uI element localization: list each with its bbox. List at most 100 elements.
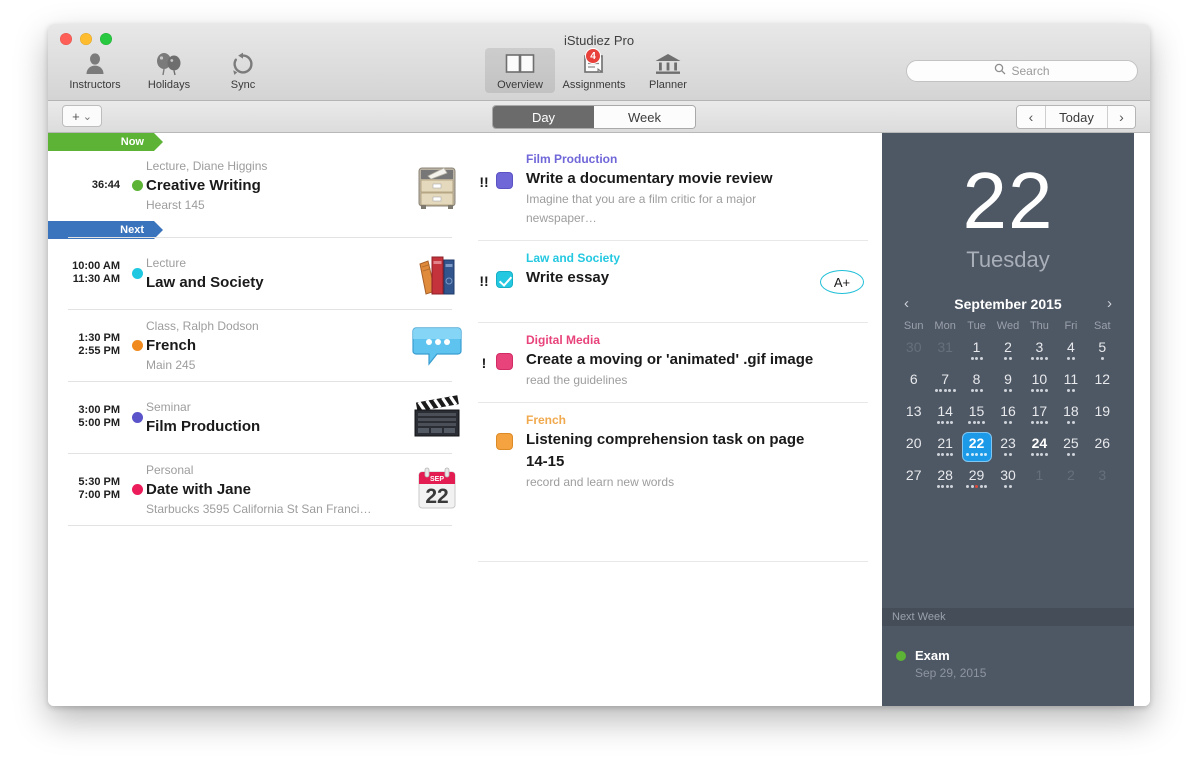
toolbar-item-overview[interactable]: Overview <box>485 48 555 93</box>
calendar-day-number: 5 <box>1098 339 1107 355</box>
assignment-row[interactable]: !! Law and Society Write essay A+ <box>472 240 882 306</box>
calendar-day-cell[interactable]: 10 <box>1024 368 1055 400</box>
calendar-day-cell[interactable]: 24 <box>1024 432 1055 464</box>
calendar-day-dots <box>1031 389 1048 394</box>
mini-calendar-grid: Sun Mon Tue Wed Thu Fri Sat <box>898 320 1118 336</box>
toolbar-item-assignments[interactable]: 4 Assignments <box>559 48 629 93</box>
segment-day[interactable]: Day <box>493 106 594 128</box>
toolbar-item-sync[interactable]: Sync <box>208 48 278 93</box>
schedule-event-row[interactable]: 1:30 PM 2:55 PM Class, Ralph Dodson Fren… <box>48 309 472 381</box>
calendar-day-cell[interactable]: 16 <box>992 400 1023 432</box>
calendar-day-number: 19 <box>1094 403 1111 419</box>
add-button[interactable]: + ⌄ <box>62 105 102 127</box>
prev-day-button[interactable]: ‹ <box>1017 106 1045 128</box>
next-week-item[interactable]: Exam Sep 29, 2015 <box>882 648 1134 680</box>
calendar-day-number: 3 <box>1035 339 1044 355</box>
calendar-day-cell[interactable]: 28 <box>929 464 960 496</box>
schedule-event-row[interactable]: 3:00 PM 5:00 PM Seminar Film Production <box>48 381 472 453</box>
calendar-day-cell[interactable]: 20 <box>898 432 929 464</box>
assignment-note: Imagine that you are a film critic for a… <box>526 192 757 225</box>
event-title: Law and Society <box>146 273 264 291</box>
calendar-day-cell[interactable]: 4 <box>1055 336 1086 368</box>
assignment-title: Create a moving or 'animated' .gif image <box>526 351 814 368</box>
calendar-day-cell[interactable]: 3 <box>1087 464 1118 496</box>
calendar-day-cell[interactable]: 1 <box>1024 464 1055 496</box>
search-input[interactable]: Search <box>906 60 1138 82</box>
toolbar-item-label: Planner <box>649 79 687 91</box>
calendar-day-number: 6 <box>909 371 918 387</box>
calendar-day-cell[interactable]: 18 <box>1055 400 1086 432</box>
calendar-day-cell[interactable]: 25 <box>1055 432 1086 464</box>
assignment-row[interactable]: !! Film Production Write a documentary m… <box>472 133 882 240</box>
event-time: 3:00 PM 5:00 PM <box>48 387 128 447</box>
calendar-day-cell[interactable]: 8 <box>961 368 992 400</box>
calendar-day-cell[interactable]: 29 <box>961 464 992 496</box>
calendar-day-number: 11 <box>1063 371 1079 387</box>
calendar-day-dots <box>966 485 988 490</box>
toolbar-left-group: Instructors Holidays Sync <box>60 48 278 93</box>
calendar-day-cell[interactable]: 23 <box>992 432 1023 464</box>
calendar-day-cell[interactable]: 6 <box>898 368 929 400</box>
event-time: 36:44 <box>48 155 128 215</box>
calendar-day-cell[interactable]: 21 <box>929 432 960 464</box>
assignment-note: record and learn new words <box>526 475 675 489</box>
event-time: 1:30 PM 2:55 PM <box>48 315 128 375</box>
toolbar-item-planner[interactable]: Planner <box>633 48 703 93</box>
assignment-grade <box>820 332 882 390</box>
toolbar-item-holidays[interactable]: Holidays <box>134 48 204 93</box>
schedule-event-row[interactable]: 5:30 PM 7:00 PM Personal Date with Jane … <box>48 453 472 525</box>
dow-label: Wed <box>996 320 1020 332</box>
priority-indicator: !! <box>479 174 489 190</box>
calendar-day-cell[interactable]: 31 <box>929 336 960 368</box>
chevron-right-icon[interactable]: › <box>1107 295 1112 312</box>
calendar-day-cell[interactable]: 9 <box>992 368 1023 400</box>
calendar-day-cell[interactable]: 2 <box>1055 464 1086 496</box>
calendar-day-cell[interactable]: 7 <box>929 368 960 400</box>
next-week-header: Next Week <box>882 608 1134 626</box>
calendar-day-cell[interactable]: 27 <box>898 464 929 496</box>
calendar-day-cell[interactable]: 26 <box>1087 432 1118 464</box>
calendar-day-cell[interactable]: 3 <box>1024 336 1055 368</box>
assignment-row[interactable]: French Listening comprehension task on p… <box>472 402 882 504</box>
calendar-day-dots <box>1004 421 1012 426</box>
assignment-checkbox[interactable] <box>496 250 526 294</box>
assignment-checkbox[interactable] <box>496 151 526 228</box>
calendar-day-cell[interactable]: 2 <box>992 336 1023 368</box>
calendar-day-cell[interactable]: 11 <box>1055 368 1086 400</box>
calendar-day-dots <box>970 357 983 362</box>
mini-calendar-days: 30 31 1 2 3 4 5 6 7 8 9 10 11 12 13 14 15 16 17 18 19 20 21 22 2… <box>898 336 1118 496</box>
event-title: Film Production <box>146 417 261 435</box>
chevron-left-icon[interactable]: ‹ <box>904 295 909 312</box>
view-mode-segmented-control[interactable]: Day Week <box>492 105 696 129</box>
assignment-checkbox[interactable] <box>496 412 526 492</box>
sidebar-day-name: Tuesday <box>966 247 1050 272</box>
event-color-dot <box>128 387 146 447</box>
toolbar-item-instructors[interactable]: Instructors <box>60 48 130 93</box>
calendar-day-cell[interactable]: 5 <box>1087 336 1118 368</box>
calendar-day-cell[interactable]: 12 <box>1087 368 1118 400</box>
assignment-row[interactable]: ! Digital Media Create a moving or 'anim… <box>472 322 882 402</box>
assignment-checkbox[interactable] <box>496 332 526 390</box>
calendar-day-cell[interactable]: 22 <box>961 432 992 464</box>
calendar-day-cell[interactable]: 13 <box>898 400 929 432</box>
dow-label: Tue <box>967 320 986 332</box>
schedule-event-row[interactable]: 36:44 Lecture, Diane Higgins Creative Wr… <box>48 149 472 221</box>
calendar-day-cell[interactable]: 1 <box>961 336 992 368</box>
calendar-day-cell[interactable]: 30 <box>992 464 1023 496</box>
event-time: 10:00 AM 11:30 AM <box>48 243 128 303</box>
calendar-day-dots <box>936 485 954 490</box>
next-day-button[interactable]: › <box>1107 106 1135 128</box>
calendar-day-cell[interactable]: 19 <box>1087 400 1118 432</box>
calendar-day-cell[interactable]: 17 <box>1024 400 1055 432</box>
today-button[interactable]: Today <box>1045 106 1107 128</box>
calendar-day-number: 12 <box>1094 371 1111 387</box>
segment-week[interactable]: Week <box>594 106 695 128</box>
search-placeholder: Search <box>1011 64 1050 78</box>
toolbar-item-label: Overview <box>497 79 543 91</box>
calendar-day-cell[interactable]: 14 <box>929 400 960 432</box>
schedule-event-row[interactable]: 10:00 AM 11:30 AM Lecture Law and Societ… <box>48 237 472 309</box>
calendar-day-number: 3 <box>1098 467 1107 483</box>
plus-icon: + <box>72 108 80 124</box>
calendar-day-cell[interactable]: 15 <box>961 400 992 432</box>
calendar-day-cell[interactable]: 30 <box>898 336 929 368</box>
